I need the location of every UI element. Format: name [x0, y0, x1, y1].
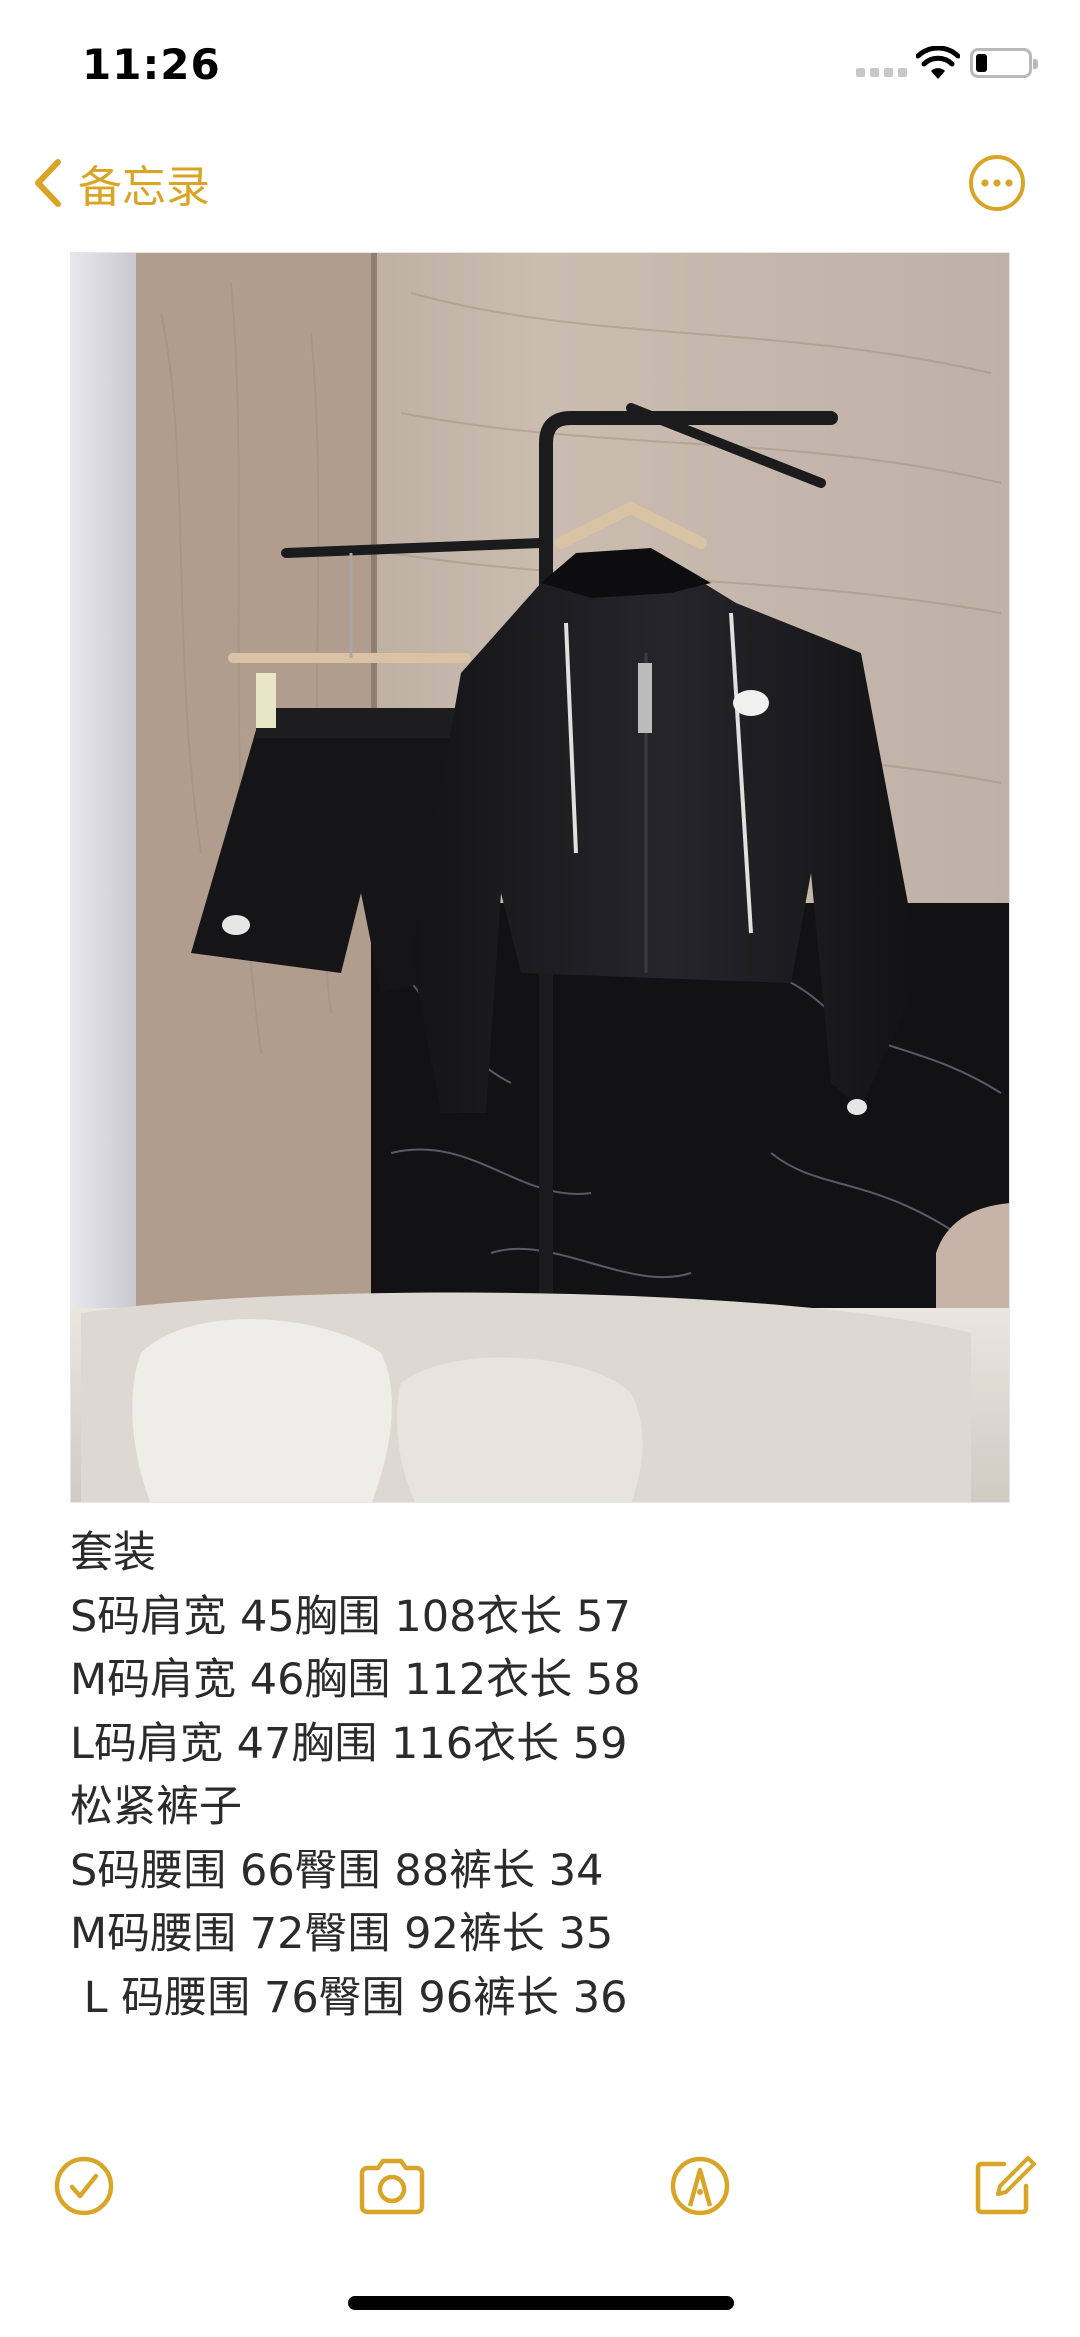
- note-photo[interactable]: [70, 252, 1010, 1503]
- bottom-toolbar: [0, 2150, 1080, 2230]
- note-line: M码肩宽 46胸围 112衣长 58: [70, 1655, 641, 1705]
- status-time: 11:26: [82, 40, 221, 89]
- markup-icon[interactable]: [664, 2150, 736, 2222]
- checklist-icon[interactable]: [48, 2150, 120, 2222]
- note-line: S码腰围 66臀围 88裤长 34: [70, 1845, 604, 1896]
- note-line: 松紧裤子: [70, 1782, 242, 1832]
- chevron-left-icon: [35, 159, 61, 207]
- compose-icon[interactable]: [968, 2150, 1040, 2222]
- signal-icon: [856, 68, 907, 77]
- note-line: 套装: [70, 1528, 156, 1578]
- back-label: 备忘录: [78, 162, 210, 213]
- note-body[interactable]: 套装 S码肩宽 45胸围 108衣长 57 M码肩宽 46胸围 112衣长 58…: [70, 1522, 1010, 2030]
- clothing-photo: [71, 253, 1009, 1502]
- battery-icon: [970, 48, 1038, 78]
- wifi-icon: [916, 46, 960, 79]
- camera-icon[interactable]: [354, 2150, 430, 2222]
- note-line: S码肩宽 45胸围 108衣长 57: [70, 1591, 631, 1642]
- status-bar: 11:26: [0, 0, 1080, 130]
- note-line: L 码腰围 76臀围 96裤长 36: [70, 1972, 628, 2023]
- more-ellipsis-icon[interactable]: [967, 153, 1027, 213]
- home-indicator[interactable]: [348, 2296, 734, 2310]
- note-line: M码腰围 72臀围 92裤长 35: [70, 1909, 614, 1959]
- back-button[interactable]: 备忘录: [30, 148, 210, 218]
- note-line: L码肩宽 47胸围 116衣长 59: [70, 1718, 628, 1769]
